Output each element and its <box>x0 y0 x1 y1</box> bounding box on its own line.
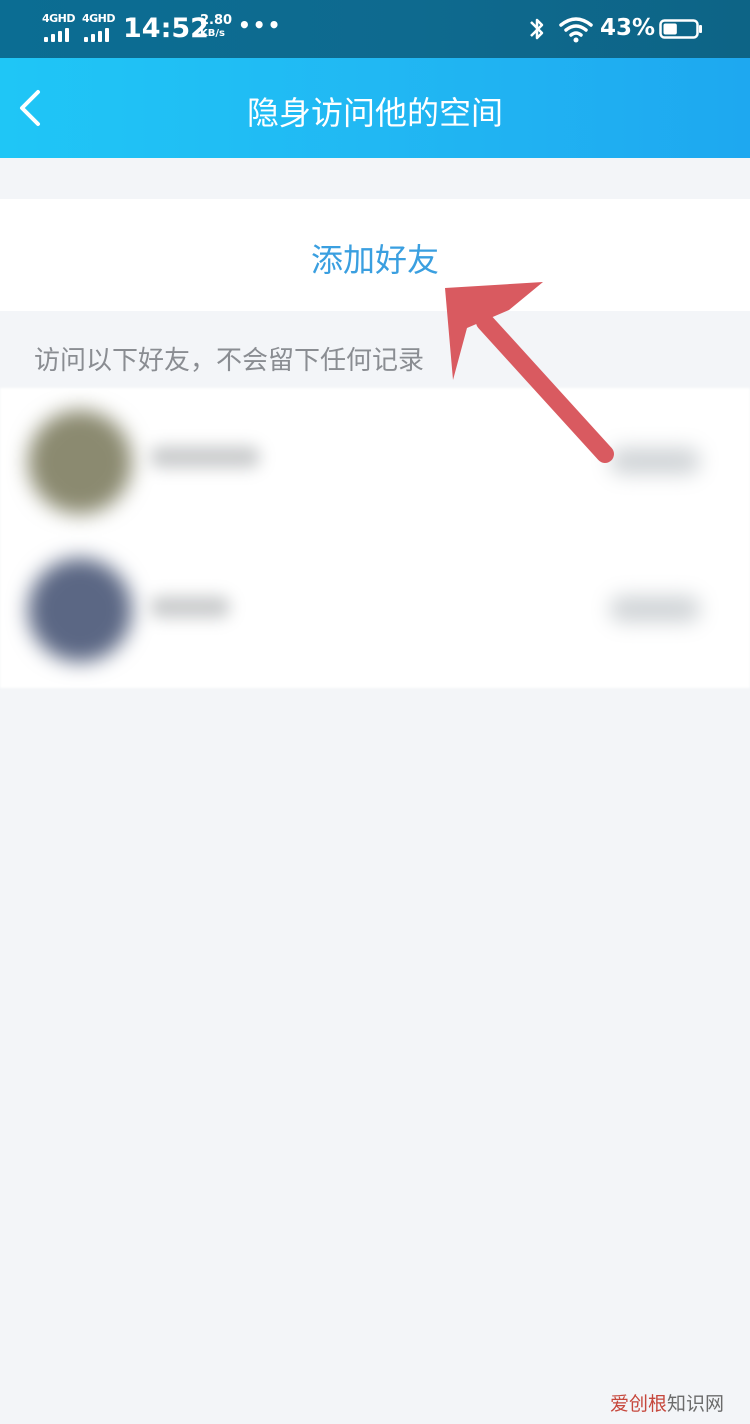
nav-header: 隐身访问他的空间 <box>0 58 750 158</box>
friend-name-blurred <box>150 446 260 468</box>
watermark: 爱创根知识网 <box>609 1393 724 1415</box>
signal-1-icon: 4GHD <box>42 12 76 42</box>
avatar <box>28 558 132 662</box>
battery-icon <box>659 19 702 39</box>
avatar <box>28 410 132 514</box>
wifi-icon <box>559 17 593 43</box>
friend-action-blurred[interactable] <box>610 448 700 474</box>
signal-2-icon: 4GHD <box>82 12 116 42</box>
friend-action-blurred[interactable] <box>610 596 700 622</box>
friend-name-blurred <box>150 596 230 618</box>
more-notifications-icon: ••• <box>238 13 283 37</box>
list-item[interactable] <box>0 538 750 688</box>
add-friend-label: 添加好友 <box>310 241 439 279</box>
friend-list <box>0 388 750 688</box>
network-speed: 2.80 KB/s <box>200 13 233 39</box>
list-item[interactable] <box>0 388 750 538</box>
bluetooth-icon <box>530 18 544 40</box>
battery-percent: 43% <box>600 15 656 41</box>
page-title: 隐身访问他的空间 <box>246 94 503 132</box>
hint-text: 访问以下好友，不会留下任何记录 <box>34 346 425 376</box>
add-friend-button[interactable]: 添加好友 <box>0 199 750 311</box>
status-bar: 4GHD 4GHD 14:52 2.80 KB/s ••• 43% <box>0 0 750 58</box>
clock: 14:52 <box>123 13 209 44</box>
